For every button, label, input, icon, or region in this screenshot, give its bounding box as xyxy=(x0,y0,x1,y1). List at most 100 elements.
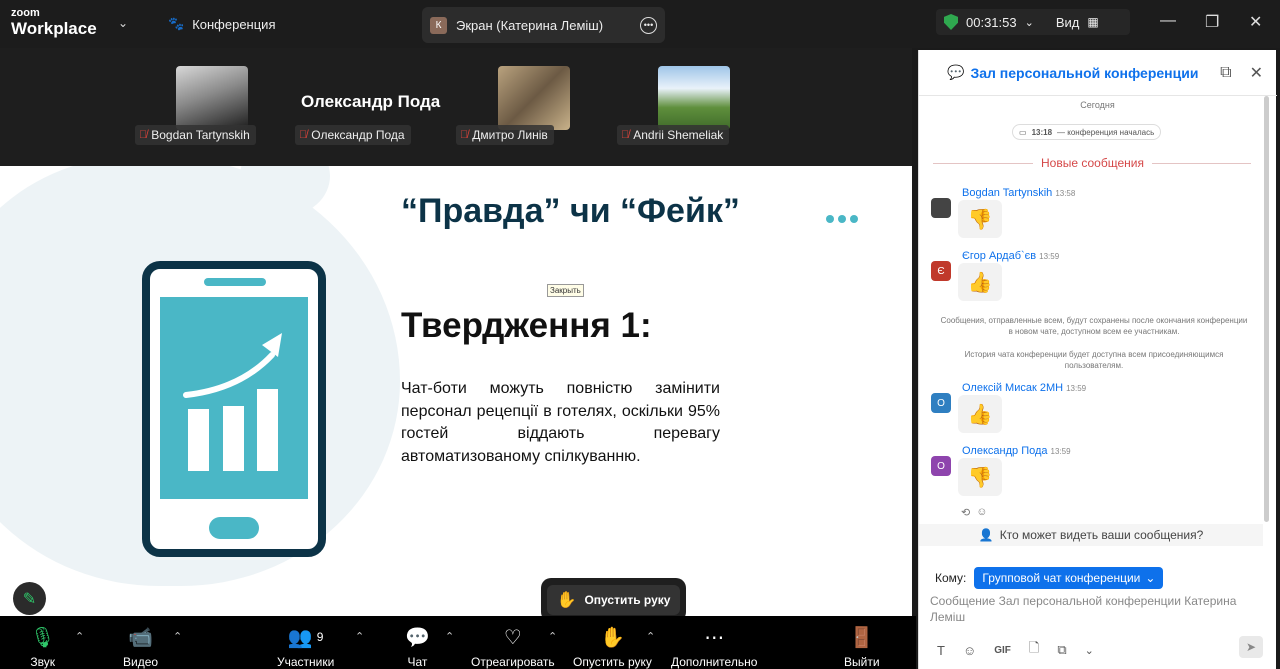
emoji-icon[interactable]: ☺ xyxy=(963,643,976,658)
chat-icon: 💬 xyxy=(405,626,430,649)
chevron-up-icon[interactable]: ⌃ xyxy=(548,630,557,643)
audio-button[interactable]: 🎙 Звук xyxy=(30,622,55,669)
leave-button[interactable]: 🚪 Выйти xyxy=(844,622,880,669)
slide-heading: Твердження 1: xyxy=(401,306,652,345)
leave-icon: 🚪 xyxy=(849,626,875,649)
minimize-icon[interactable]: — xyxy=(1160,12,1176,30)
video-tile[interactable] xyxy=(498,66,570,130)
chat-tools: T ☺ GIF 🗋 ⧉ ⌄ xyxy=(937,639,1094,661)
zoom-logo: zoom Workplace xyxy=(11,7,97,38)
who-can-see-button[interactable]: 👤 Кто может видеть ваши сообщения? xyxy=(919,524,1263,546)
avatar: Є xyxy=(931,261,951,281)
more-icon[interactable]: ••• xyxy=(640,16,657,34)
avatar: О xyxy=(931,393,951,413)
add-reaction-icon[interactable]: ☺ xyxy=(976,506,987,519)
title-bar: zoom Workplace ⌄ 🐾 Конференция К Экран (… xyxy=(0,0,1280,48)
chevron-up-icon[interactable]: ⌃ xyxy=(355,630,364,643)
text-format-icon[interactable]: T xyxy=(937,643,945,658)
participant-nametag: 🎙̸ Andrii Shemeliak xyxy=(617,125,730,145)
chevron-up-icon[interactable]: ⌃ xyxy=(646,630,655,643)
maximize-icon[interactable]: ❐ xyxy=(1205,12,1219,32)
date-separator: Сегодня xyxy=(1080,100,1115,110)
view-button[interactable]: Вид xyxy=(1056,15,1080,30)
participant-nametag: 🎙̸ Олександр Пода xyxy=(295,125,411,145)
chevron-down-icon[interactable]: ⌄ xyxy=(118,16,128,30)
mic-off-icon: 🎙̸ xyxy=(460,129,469,141)
hand-icon: ✋ xyxy=(556,592,577,609)
close-icon[interactable]: ✕ xyxy=(1249,12,1262,32)
camera-icon: 📹 xyxy=(128,626,153,649)
chat-header: 💬 Зал персональной конференции ... ⧉ ✕ xyxy=(919,50,1277,96)
tooltip: Закрыть xyxy=(547,284,584,297)
video-tile[interactable] xyxy=(176,66,248,130)
thumbs-up-icon: 👍 xyxy=(958,395,1002,433)
shared-screen: “Правда” чи “Фейк” Закрыть Твердження 1:… xyxy=(0,166,912,616)
recipient-row: Кому: Групповой чат конференции ⌄ xyxy=(935,567,1164,589)
chevron-up-icon[interactable]: ⌃ xyxy=(173,630,182,643)
screenshot-icon[interactable]: ⧉ xyxy=(1057,642,1066,658)
participant-nametag: 🎙̸ Дмитро Линів xyxy=(456,125,554,145)
chevron-down-icon: ⌄ xyxy=(1024,16,1034,29)
chat-title: Зал персональной конференции ... xyxy=(970,64,1203,81)
screen-share-tab[interactable]: К Экран (Катерина Леміш) ••• xyxy=(422,7,665,43)
annotate-pen-icon[interactable]: ✎ xyxy=(13,582,46,615)
people-icon: 👥 9 xyxy=(287,626,324,649)
chevron-up-icon[interactable]: ⌃ xyxy=(445,630,454,643)
video-tile[interactable] xyxy=(658,66,730,130)
mic-off-icon: 🎙̸ xyxy=(139,129,148,141)
participants-count: 9 xyxy=(316,630,324,644)
system-notice: Сообщения, отправленные всем, будут сохр… xyxy=(940,316,1248,336)
heart-icon: ♡ xyxy=(503,626,522,649)
avatar: О xyxy=(931,456,951,476)
chat-button[interactable]: 💬 Чат xyxy=(405,622,430,669)
chat-scrollbar[interactable] xyxy=(1264,96,1269,522)
avatar xyxy=(931,198,951,218)
message-actions: ⟲ ☺ xyxy=(961,506,987,519)
send-icon: ➤ xyxy=(1245,640,1257,654)
person-icon: 👤 xyxy=(978,528,994,542)
meeting-timer[interactable]: 00:31:53 ⌄ Вид ▦ xyxy=(936,9,1130,35)
participants-button[interactable]: 👥 9 Участники xyxy=(277,622,334,669)
phone-illustration-icon xyxy=(142,261,326,557)
slide-dots-decoration xyxy=(826,215,858,223)
paw-icon: 🐾 xyxy=(168,16,185,31)
chat-icon: 💬 xyxy=(947,64,965,80)
mic-off-icon: 🎙̸ xyxy=(299,129,308,141)
video-button[interactable]: 📹 Видео xyxy=(123,622,158,669)
microphone-icon: 🎙 xyxy=(30,626,56,649)
thumbs-down-icon: 👎 xyxy=(958,458,1002,496)
close-icon[interactable]: ✕ xyxy=(1250,63,1263,83)
new-messages-divider: Новые сообщения xyxy=(933,156,1251,170)
file-icon[interactable]: 🗋 xyxy=(1029,639,1039,661)
pop-out-icon[interactable]: ⧉ xyxy=(1220,64,1231,82)
send-button[interactable]: ➤ xyxy=(1239,636,1263,658)
more-button[interactable]: ⋯ Дополнительно xyxy=(671,622,757,669)
recipient-select[interactable]: Групповой чат конференции ⌄ xyxy=(974,567,1164,589)
lower-hand-toolbar-button[interactable]: ✋ Опустить руку xyxy=(573,622,652,669)
hand-icon: ✋ xyxy=(600,626,625,649)
react-button[interactable]: ♡ Отреагировать xyxy=(471,622,555,669)
chevron-down-icon[interactable]: ⌄ xyxy=(1085,644,1094,657)
camera-icon: ▭ xyxy=(1019,127,1027,137)
shield-icon xyxy=(944,14,958,30)
presenter-avatar: К xyxy=(430,16,447,34)
active-speaker-name: Олександр Пода xyxy=(301,92,441,111)
grid-icon: ▦ xyxy=(1087,15,1099,29)
mic-off-icon: 🎙̸ xyxy=(621,129,630,141)
system-notice: История чата конференции будет доступна … xyxy=(964,350,1224,370)
meeting-toolbar: 🎙 Звук ⌃ 📹 Видео ⌃ 👥 9 Участники ⌃ 💬 Чат ⌃ ♡… xyxy=(0,616,916,669)
timer-value: 00:31:53 xyxy=(966,14,1017,30)
reply-icon[interactable]: ⟲ xyxy=(961,506,970,519)
chevron-up-icon[interactable]: ⌃ xyxy=(75,630,84,643)
participant-strip: Олександр Пода 🎙̸ Bogdan Tartynskih 🎙̸ Оле… xyxy=(0,48,912,166)
participant-nametag: 🎙̸ Bogdan Tartynskih xyxy=(135,125,256,145)
screen-share-label: Экран (Катерина Леміш) xyxy=(456,17,604,33)
gif-button[interactable]: GIF xyxy=(994,645,1011,656)
slide-statement: Чат-боти можуть повністю замінити персон… xyxy=(401,380,720,465)
slide-title: “Правда” чи “Фейк” xyxy=(401,192,740,230)
thumbs-up-icon: 👍 xyxy=(958,263,1002,301)
chat-message-input[interactable]: Сообщение Зал персональной конференции К… xyxy=(930,593,1250,625)
conference-menu[interactable]: 🐾 Конференция xyxy=(168,16,275,32)
lower-hand-button[interactable]: ✋ Опустить руку xyxy=(546,585,681,615)
more-icon: ⋯ xyxy=(704,626,725,649)
